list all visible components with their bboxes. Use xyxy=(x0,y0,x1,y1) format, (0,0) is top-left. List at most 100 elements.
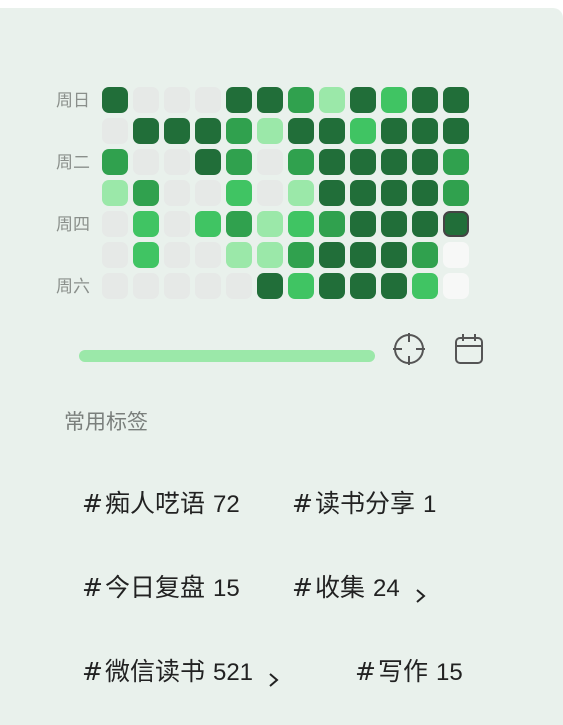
heatmap-cell[interactable] xyxy=(381,149,407,175)
chevron-right-icon[interactable] xyxy=(414,580,428,603)
heatmap-cell[interactable] xyxy=(102,273,128,299)
heatmap-cell[interactable] xyxy=(443,87,469,113)
heatmap-cell[interactable] xyxy=(443,273,469,299)
heatmap-cell[interactable] xyxy=(195,118,221,144)
chevron-right-icon[interactable] xyxy=(267,664,281,687)
heatmap-cell[interactable] xyxy=(319,118,345,144)
heatmap-cell[interactable] xyxy=(319,87,345,113)
heatmap-cell[interactable] xyxy=(319,211,345,237)
heatmap-cell[interactable] xyxy=(133,211,159,237)
heatmap-cell[interactable] xyxy=(288,87,314,113)
heatmap-cell[interactable] xyxy=(226,118,252,144)
heatmap-cell[interactable] xyxy=(288,242,314,268)
heatmap-cell[interactable] xyxy=(288,180,314,206)
heatmap-cell[interactable] xyxy=(102,211,128,237)
heatmap-cell[interactable] xyxy=(257,118,283,144)
heatmap-cell[interactable] xyxy=(319,149,345,175)
heatmap-cell[interactable] xyxy=(288,211,314,237)
heatmap-cell[interactable] xyxy=(226,211,252,237)
heatmap-cell[interactable] xyxy=(102,180,128,206)
heatmap-cell[interactable] xyxy=(102,118,128,144)
crosshair-icon[interactable] xyxy=(391,331,427,367)
heatmap-cell[interactable] xyxy=(381,211,407,237)
heatmap-cell[interactable] xyxy=(350,149,376,175)
heatmap-cell[interactable] xyxy=(381,273,407,299)
heatmap-cell[interactable] xyxy=(102,87,128,113)
heatmap-cell[interactable] xyxy=(164,118,190,144)
tag-count: 24 xyxy=(372,575,400,602)
heatmap-cell[interactable] xyxy=(226,149,252,175)
heatmap-cell[interactable] xyxy=(319,273,345,299)
heatmap-cell[interactable] xyxy=(319,180,345,206)
heatmap-cell[interactable] xyxy=(412,211,438,237)
heatmap-cell[interactable] xyxy=(443,118,469,144)
heatmap-cell[interactable] xyxy=(195,180,221,206)
tag-item[interactable]: # 微信读书 521 xyxy=(82,652,281,688)
heatmap-cell[interactable] xyxy=(350,242,376,268)
heatmap-cell[interactable] xyxy=(133,273,159,299)
tag-item[interactable]: # 今日复盘 15 xyxy=(82,568,240,604)
heatmap-cell[interactable] xyxy=(257,273,283,299)
heatmap-cell[interactable] xyxy=(288,273,314,299)
heatmap-cell[interactable] xyxy=(319,242,345,268)
heatmap-cell[interactable] xyxy=(164,87,190,113)
heatmap-cell[interactable] xyxy=(412,180,438,206)
heatmap-cell[interactable] xyxy=(164,242,190,268)
calendar-icon[interactable] xyxy=(451,331,487,367)
heatmap-cell[interactable] xyxy=(288,149,314,175)
heatmap-cell[interactable] xyxy=(443,149,469,175)
heatmap-cell[interactable] xyxy=(195,273,221,299)
heatmap-cell[interactable] xyxy=(133,180,159,206)
heatmap-cell[interactable] xyxy=(195,242,221,268)
tag-item[interactable]: # 痴人呓语 72 xyxy=(82,484,240,520)
heatmap-cell[interactable] xyxy=(226,242,252,268)
tag-name: 读书分享 xyxy=(314,489,415,518)
tag-item[interactable]: # 写作 15 xyxy=(355,652,463,688)
heatmap-cell[interactable] xyxy=(257,180,283,206)
heatmap-cell[interactable] xyxy=(133,149,159,175)
heatmap-cell[interactable] xyxy=(164,149,190,175)
heatmap-cell[interactable] xyxy=(133,242,159,268)
heatmap-cell[interactable] xyxy=(412,273,438,299)
heatmap-cell[interactable] xyxy=(288,118,314,144)
timeline-slider[interactable] xyxy=(79,350,375,362)
heatmap-cell[interactable] xyxy=(381,118,407,144)
heatmap-cell[interactable] xyxy=(412,87,438,113)
heatmap-cell[interactable] xyxy=(133,87,159,113)
heatmap-cell[interactable] xyxy=(226,87,252,113)
heatmap-cell[interactable] xyxy=(257,149,283,175)
heatmap-cell[interactable] xyxy=(350,87,376,113)
heatmap-cell[interactable] xyxy=(164,211,190,237)
heatmap-cell[interactable] xyxy=(443,211,469,237)
heatmap-cell[interactable] xyxy=(350,211,376,237)
heatmap-cell[interactable] xyxy=(412,149,438,175)
tag-count: 1 xyxy=(422,491,437,518)
heatmap-cell[interactable] xyxy=(164,180,190,206)
heatmap-cell[interactable] xyxy=(257,87,283,113)
heatmap-cell[interactable] xyxy=(381,180,407,206)
tag-item[interactable]: # 收集 24 xyxy=(292,568,428,604)
heatmap-cell[interactable] xyxy=(381,87,407,113)
heatmap-cell[interactable] xyxy=(164,273,190,299)
heatmap-cell[interactable] xyxy=(443,180,469,206)
heatmap-cell[interactable] xyxy=(226,273,252,299)
heatmap-cell[interactable] xyxy=(195,149,221,175)
heatmap-cell[interactable] xyxy=(133,118,159,144)
tag-item[interactable]: # 读书分享 1 xyxy=(292,484,436,520)
heatmap-cell[interactable] xyxy=(412,118,438,144)
heatmap-cell[interactable] xyxy=(226,180,252,206)
heatmap-cell[interactable] xyxy=(350,273,376,299)
heatmap-cell[interactable] xyxy=(257,242,283,268)
sidebar-panel: 周日 周二 周四 周六 常用标签 # 痴人呓语 72 # 读书分享 1 # 今日… xyxy=(0,8,563,725)
heatmap-cell[interactable] xyxy=(102,149,128,175)
heatmap-cell[interactable] xyxy=(412,242,438,268)
heatmap-cell[interactable] xyxy=(195,211,221,237)
heatmap-cell[interactable] xyxy=(381,242,407,268)
heatmap-cell[interactable] xyxy=(102,242,128,268)
heatmap-cell[interactable] xyxy=(443,242,469,268)
heatmap-cell[interactable] xyxy=(350,118,376,144)
tag-hash: # xyxy=(82,489,103,518)
heatmap-cell[interactable] xyxy=(257,211,283,237)
heatmap-cell[interactable] xyxy=(350,180,376,206)
heatmap-cell[interactable] xyxy=(195,87,221,113)
